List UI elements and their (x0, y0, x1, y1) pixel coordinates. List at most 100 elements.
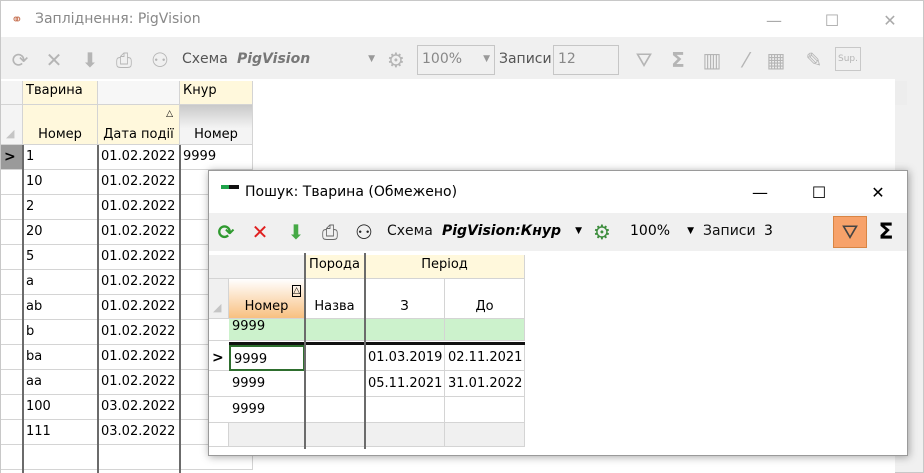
dialog-schema-select[interactable]: PigVision:Кнур ▼ (437, 217, 587, 247)
cell-period-from[interactable] (365, 397, 445, 423)
footer-cell (209, 423, 229, 447)
dialog-zoom-select[interactable]: 100% ▼ (625, 217, 699, 247)
cell-event-date[interactable]: 01.02.2022 (98, 170, 180, 195)
cell-event-date[interactable]: 01.02.2022 (98, 345, 180, 370)
cell-period-to[interactable] (445, 397, 525, 423)
chart-icon[interactable]: ▥ (699, 47, 725, 73)
row-header[interactable] (1, 320, 23, 345)
dialog-grid-corner (209, 255, 305, 279)
filter-cell-name[interactable] (305, 319, 365, 341)
footer-cell (445, 423, 525, 447)
row-header[interactable] (209, 397, 229, 423)
filter-cell-number[interactable]: 9999 (229, 319, 305, 341)
settings-gear-icon[interactable]: ⚙ (383, 47, 409, 73)
cell-boar-number[interactable]: 9999 (180, 145, 253, 170)
cell-animal-number[interactable]: b (23, 320, 98, 345)
row-header[interactable] (1, 270, 23, 295)
cell-number[interactable]: 9999 (229, 371, 305, 397)
maximize-button[interactable]: ☐ (809, 5, 855, 35)
schema-select[interactable]: PigVision ▼ (232, 45, 380, 75)
row-header[interactable] (1, 170, 23, 195)
pen-icon[interactable]: ✎ (801, 47, 827, 73)
cell-animal-number[interactable]: ab (23, 295, 98, 320)
cell-event-date[interactable]: 01.02.2022 (98, 245, 180, 270)
cell-period-from[interactable]: 05.11.2021 (365, 371, 445, 397)
col-header-animal-number[interactable]: Номер (23, 105, 98, 145)
cell-animal-number[interactable]: 10 (23, 170, 98, 195)
sup-button[interactable]: Sup. (835, 47, 861, 71)
cell-event-date[interactable]: 01.02.2022 (98, 295, 180, 320)
cell-animal-number[interactable]: 5 (23, 245, 98, 270)
cell-animal-number[interactable]: 2 (23, 195, 98, 220)
settings-gear-icon[interactable]: ⚙ (589, 219, 615, 245)
row-header[interactable] (1, 345, 23, 370)
cell-event-date[interactable]: 01.02.2022 (98, 220, 180, 245)
cell-number[interactable]: 9999 (229, 397, 305, 423)
col-header-number[interactable]: △ Номер (229, 279, 305, 319)
row-header[interactable] (1, 370, 23, 395)
cell-breed-name[interactable] (305, 371, 365, 397)
row-header[interactable] (1, 295, 23, 320)
corner-triangle-icon: ◢ (6, 127, 15, 140)
delete-icon[interactable]: ✕ (247, 219, 273, 245)
row-header[interactable] (1, 245, 23, 270)
row-header[interactable] (1, 420, 23, 445)
delete-icon[interactable]: ✕ (41, 47, 67, 73)
refresh-icon[interactable]: ⟳ (213, 219, 239, 245)
calendar-icon[interactable]: ▦ (763, 47, 789, 73)
col-header-to[interactable]: До (445, 279, 525, 319)
row-header[interactable] (1, 220, 23, 245)
row-header[interactable] (1, 195, 23, 220)
cell-animal-number[interactable]: 20 (23, 220, 98, 245)
cell-event-date[interactable]: 03.02.2022 (98, 395, 180, 420)
cell-breed-name[interactable] (305, 345, 365, 371)
zoom-select[interactable]: 100% ▼ (417, 45, 495, 75)
cell-animal-number[interactable]: a (23, 270, 98, 295)
cell-animal-number[interactable]: aa (23, 370, 98, 395)
dialog-zoom-value: 100% (630, 223, 671, 239)
group-header-period-label: Період (421, 257, 468, 272)
cell-breed-name[interactable] (305, 397, 365, 423)
cell-animal-number[interactable]: 111 (23, 420, 98, 445)
col-header-event-date[interactable]: △ Дата події (98, 105, 180, 145)
cell-period-from[interactable]: 01.03.2019 (365, 345, 445, 371)
filter-cell-from[interactable] (365, 319, 445, 341)
sum-icon[interactable]: Σ (873, 219, 899, 245)
binoculars-icon[interactable]: ⚇ (351, 219, 377, 245)
cell-event-date[interactable]: 01.02.2022 (98, 320, 180, 345)
cell-event-date[interactable]: 01.02.2022 (98, 145, 180, 170)
filter-icon[interactable]: ⛛ (631, 47, 657, 73)
cell-animal-number[interactable]: ba (23, 345, 98, 370)
cell-event-date[interactable]: 03.02.2022 (98, 420, 180, 445)
print-icon[interactable]: ⎙ (317, 219, 343, 245)
export-icon[interactable]: ⬇ (283, 219, 309, 245)
cell-event-date[interactable]: 01.02.2022 (98, 270, 180, 295)
cell-animal-number[interactable]: 100 (23, 395, 98, 420)
cell-animal-number[interactable]: 1 (23, 145, 98, 170)
cell-number[interactable]: 9999 (229, 345, 305, 371)
row-header[interactable] (1, 395, 23, 420)
cell-event-date[interactable]: 01.02.2022 (98, 370, 180, 395)
row-header[interactable] (209, 371, 229, 397)
wrench-icon[interactable]: ⁄ (733, 47, 759, 73)
filter-icon[interactable]: ⛛ (833, 216, 867, 248)
cell-period-to[interactable]: 02.11.2021 (445, 345, 525, 371)
cell-event-date[interactable]: 01.02.2022 (98, 195, 180, 220)
sum-icon[interactable]: Σ (665, 47, 691, 73)
filter-cell-to[interactable] (445, 319, 525, 341)
dialog-maximize-button[interactable]: ☐ (796, 177, 842, 207)
refresh-icon[interactable]: ⟳ (7, 47, 33, 73)
col-header-from[interactable]: З (365, 279, 445, 319)
dialog-close-button[interactable]: ✕ (855, 177, 901, 207)
cell-period-to[interactable]: 31.01.2022 (445, 371, 525, 397)
dialog-minimize-button[interactable]: — (737, 177, 783, 207)
col-header-name[interactable]: Назва (305, 279, 365, 319)
col-header-boar-number[interactable]: Номер (180, 105, 253, 145)
row-header[interactable]: > (209, 345, 229, 371)
export-icon[interactable]: ⬇ (77, 47, 103, 73)
binoculars-icon[interactable]: ⚇ (147, 47, 173, 73)
row-header[interactable]: > (1, 145, 23, 170)
print-icon[interactable]: ⎙ (111, 47, 137, 73)
close-button[interactable]: ✕ (867, 5, 913, 35)
minimize-button[interactable]: — (751, 5, 797, 35)
